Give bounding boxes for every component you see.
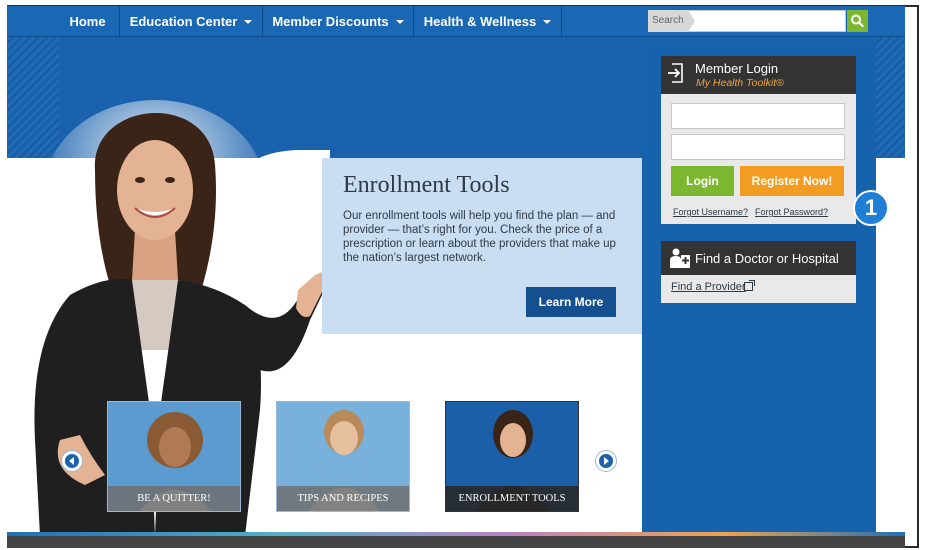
member-login-subtitle: My Health Toolkit® [696, 77, 784, 89]
carousel-prev-button[interactable] [61, 450, 83, 472]
thumb-label: ENROLLMENT TOOLS [446, 486, 578, 511]
main-nav: Home Education Center Member Discounts H… [7, 6, 905, 37]
chevron-left-icon [69, 457, 74, 465]
password-field[interactable] [671, 134, 845, 160]
thumb-be-a-quitter[interactable]: BE A QUITTER! [107, 401, 241, 512]
nav-home-label: Home [69, 14, 106, 29]
register-button[interactable]: Register Now! [740, 166, 844, 196]
caret-down-icon [244, 20, 253, 24]
step-badge: 1 [853, 190, 889, 226]
magnifier-icon [851, 14, 864, 28]
footer-band [7, 536, 905, 548]
nav-education-center[interactable]: Education Center [120, 6, 263, 37]
nav-health-wellness[interactable]: Health & Wellness [414, 6, 562, 37]
search-box: Search [648, 10, 868, 32]
carousel-next-button[interactable] [595, 450, 617, 472]
nav-education-center-label: Education Center [129, 14, 238, 29]
nav-health-wellness-label: Health & Wellness [423, 14, 537, 29]
carousel-prev-inner [65, 454, 79, 468]
doctor-icon [670, 248, 690, 268]
search-tag: Search [648, 10, 695, 32]
thumb-enrollment-tools[interactable]: ENROLLMENT TOOLS [445, 401, 579, 512]
login-button[interactable]: Login [671, 166, 734, 196]
login-icon [668, 63, 683, 83]
thumb-tips-and-recipes[interactable]: TIPS AND RECIPES [276, 401, 410, 512]
thumb-label: BE A QUITTER! [108, 486, 240, 511]
username-field[interactable] [671, 103, 845, 129]
nav-member-discounts[interactable]: Member Discounts [263, 6, 414, 37]
enrollment-panel-notch [322, 158, 338, 192]
external-link-icon [744, 280, 755, 291]
forgot-password-link[interactable]: Forgot Password? [755, 207, 828, 217]
caret-down-icon [543, 20, 552, 24]
chevron-right-icon [604, 457, 609, 465]
caret-down-icon [395, 20, 404, 24]
member-login-title: Member Login [695, 61, 779, 76]
hero-stripe-right [876, 37, 905, 158]
learn-more-button[interactable]: Learn More [526, 287, 616, 317]
nav-home[interactable]: Home [56, 6, 120, 37]
carousel-next-inner [599, 454, 613, 468]
find-provider-link[interactable]: Find a Provider [671, 281, 746, 293]
find-doctor-title: Find a Doctor or Hospital [695, 251, 839, 266]
enrollment-description: Our enrollment tools will help you find … [343, 210, 616, 264]
forgot-username-link[interactable]: Forgot Username? [673, 207, 748, 217]
search-button[interactable] [847, 10, 868, 32]
enrollment-title: Enrollment Tools [343, 172, 510, 198]
thumb-label: TIPS AND RECIPES [277, 486, 409, 511]
nav-member-discounts-label: Member Discounts [272, 14, 389, 29]
